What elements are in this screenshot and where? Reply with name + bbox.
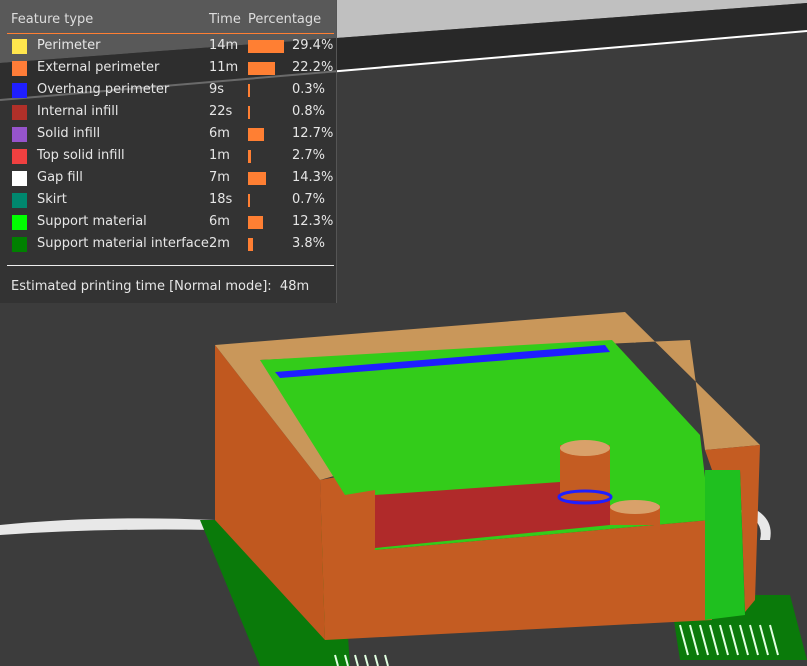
estimated-time-value: 48m (279, 279, 310, 294)
support-column (705, 470, 745, 620)
color-swatch (12, 127, 27, 142)
feature-label: Solid infill (37, 126, 101, 141)
feature-percentage: 29.4% (292, 38, 334, 53)
color-swatch (12, 171, 27, 186)
header-divider (7, 33, 334, 34)
cylinder-large-top (560, 440, 610, 456)
percentage-bar (248, 62, 276, 75)
percentage-bar (248, 106, 250, 119)
feature-label: Support material interface (37, 236, 209, 251)
feature-time: 2m (209, 236, 230, 251)
feature-label: Top solid infill (37, 148, 125, 163)
feature-label: Gap fill (37, 170, 83, 185)
feature-percentage: 0.3% (292, 82, 326, 97)
percentage-bar (248, 238, 253, 251)
legend-item[interactable]: Support material 6m 12.3% (0, 212, 336, 234)
legend-item[interactable]: Gap fill 7m 14.3% (0, 168, 336, 190)
header-feature-type: Feature type (11, 12, 94, 27)
color-swatch (12, 61, 27, 76)
legend-item[interactable]: Support material interface 2m 3.8% (0, 234, 336, 256)
estimated-time-label: Estimated printing time [Normal mode]: (11, 279, 272, 294)
color-swatch (12, 215, 27, 230)
feature-percentage: 3.8% (292, 236, 326, 251)
color-swatch (12, 39, 27, 54)
percentage-bar (248, 84, 250, 97)
legend-item[interactable]: Perimeter 14m 29.4% (0, 36, 336, 58)
feature-time: 7m (209, 170, 230, 185)
feature-label: Overhang perimeter (37, 82, 170, 97)
feature-label: Skirt (37, 192, 67, 207)
color-swatch (12, 193, 27, 208)
feature-time: 6m (209, 214, 230, 229)
percentage-bar (248, 216, 264, 229)
feature-label: External perimeter (37, 60, 160, 75)
percentage-bar (248, 172, 266, 185)
feature-percentage: 12.7% (292, 126, 334, 141)
feature-label: Support material (37, 214, 147, 229)
percentage-bar (248, 150, 252, 163)
legend-item[interactable]: Solid infill 6m 12.7% (0, 124, 336, 146)
feature-time: 11m (209, 60, 239, 75)
feature-time: 9s (209, 82, 225, 97)
feature-time: 1m (209, 148, 230, 163)
feature-time: 22s (209, 104, 233, 119)
legend-item[interactable]: External perimeter 11m 22.2% (0, 58, 336, 80)
feature-percentage: 0.7% (292, 192, 326, 207)
header-time: Time (209, 12, 241, 27)
color-swatch (12, 105, 27, 120)
feature-percentage: 0.8% (292, 104, 326, 119)
header-percentage: Percentage (248, 12, 322, 27)
feature-label: Internal infill (37, 104, 119, 119)
estimated-printing-time: Estimated printing time [Normal mode]: 4… (11, 279, 309, 294)
color-swatch (12, 83, 27, 98)
legend-panel: Feature type Time Percentage Perimeter 14… (0, 0, 337, 303)
percentage-bar (248, 40, 284, 53)
legend-item[interactable]: Overhang perimeter 9s 0.3% (0, 80, 336, 102)
feature-time: 6m (209, 126, 230, 141)
feature-label: Perimeter (37, 38, 101, 53)
feature-time: 14m (209, 38, 239, 53)
color-swatch (12, 237, 27, 252)
feature-percentage: 14.3% (292, 170, 334, 185)
legend-item[interactable]: Skirt 18s 0.7% (0, 190, 336, 212)
footer-divider (7, 265, 334, 266)
feature-percentage: 12.3% (292, 214, 334, 229)
legend-item[interactable]: Internal infill 22s 0.8% (0, 102, 336, 124)
feature-time: 18s (209, 192, 233, 207)
cylinder-small-top (610, 500, 660, 514)
color-swatch (12, 149, 27, 164)
legend-item[interactable]: Top solid infill 1m 2.7% (0, 146, 336, 168)
percentage-bar (248, 128, 264, 141)
feature-percentage: 2.7% (292, 148, 326, 163)
feature-percentage: 22.2% (292, 60, 334, 75)
percentage-bar (248, 194, 250, 207)
